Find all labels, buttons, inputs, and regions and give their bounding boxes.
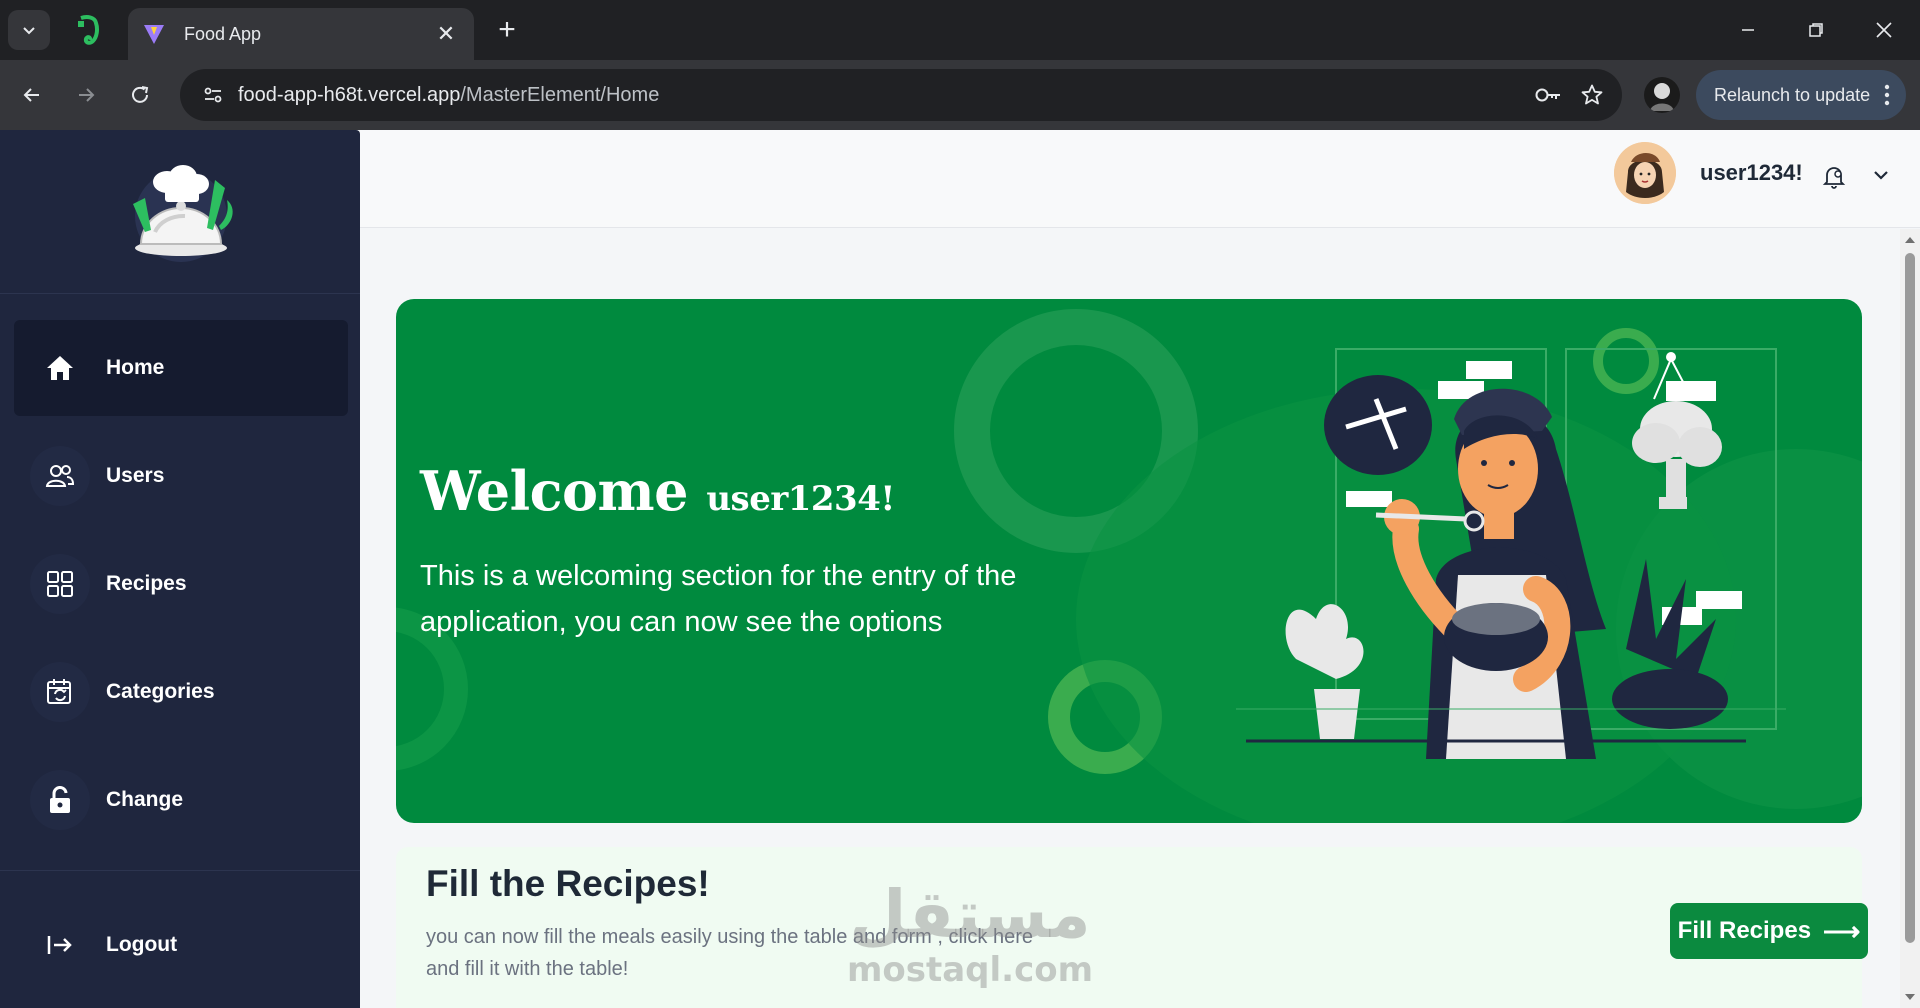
sidebar-divider bbox=[0, 870, 360, 871]
fill-recipes-title: Fill the Recipes! bbox=[426, 863, 710, 904]
unlock-icon bbox=[30, 770, 90, 830]
browser-tab-bar: Food App ✕ + bbox=[0, 0, 1920, 60]
sidebar-item-recipes[interactable]: Recipes bbox=[14, 536, 348, 632]
chevron-down-icon bbox=[23, 27, 35, 35]
avatar[interactable] bbox=[1614, 142, 1676, 204]
address-bar[interactable]: food-app-h68t.vercel.app/MasterElement/H… bbox=[180, 69, 1622, 121]
sidebar-item-label: Categories bbox=[106, 680, 215, 703]
user-menu-chevron-icon[interactable] bbox=[1872, 168, 1890, 187]
relaunch-to-update-button[interactable]: Relaunch to update bbox=[1696, 70, 1906, 120]
url-path: /MasterElement/Home bbox=[460, 83, 660, 106]
fill-recipes-card: Fill the Recipes! you can now fill the m… bbox=[396, 847, 1868, 1008]
sidebar-item-label: Recipes bbox=[106, 572, 187, 595]
notification-bell-icon[interactable] bbox=[1822, 164, 1846, 195]
users-icon bbox=[30, 446, 90, 506]
watermark-arabic: مستقل bbox=[849, 876, 1091, 953]
welcome-word: Welcome bbox=[420, 459, 689, 523]
vite-favicon-icon bbox=[144, 25, 164, 44]
restore-button[interactable] bbox=[1786, 10, 1846, 50]
home-icon bbox=[30, 338, 90, 398]
close-window-button[interactable] bbox=[1854, 10, 1914, 50]
top-navbar: user1234! bbox=[360, 130, 1920, 228]
main-content: Welcome user1234! This is a welcoming se… bbox=[360, 229, 1900, 1008]
sidebar-item-home[interactable]: Home bbox=[14, 320, 348, 416]
welcome-banner: Welcome user1234! This is a welcoming se… bbox=[396, 299, 1862, 823]
calendar-icon bbox=[30, 662, 90, 722]
url-host: food-app-h68t.vercel.app bbox=[238, 83, 461, 106]
forward-button[interactable] bbox=[66, 75, 106, 115]
watermark-latin: mostaql.com bbox=[846, 950, 1094, 990]
chef-cloche-logo-icon bbox=[133, 164, 233, 262]
close-icon bbox=[1876, 22, 1892, 38]
welcome-heading: Welcome user1234! bbox=[420, 459, 895, 523]
minimize-button[interactable] bbox=[1718, 10, 1778, 50]
url-text: food-app-h68t.vercel.app/MasterElement/H… bbox=[238, 84, 1526, 107]
browser-toolbar: food-app-h68t.vercel.app/MasterElement/H… bbox=[0, 60, 1920, 130]
logout-icon bbox=[30, 915, 90, 975]
sidebar: Home Users Recipes Categories Change Log… bbox=[0, 130, 360, 1008]
tab-title: Food App bbox=[184, 23, 262, 44]
restore-icon bbox=[1809, 23, 1823, 37]
arrow-left-icon bbox=[23, 88, 39, 102]
welcome-username: user1234! bbox=[706, 479, 895, 519]
arrow-right-icon: ⟶ bbox=[1823, 915, 1861, 946]
tab-close-icon[interactable]: ✕ bbox=[432, 21, 460, 47]
reload-icon bbox=[132, 86, 149, 103]
site-info-icon[interactable] bbox=[188, 69, 238, 121]
scrollbar-thumb[interactable] bbox=[1905, 253, 1915, 943]
sidebar-item-users[interactable]: Users bbox=[14, 428, 348, 524]
sidebar-item-label: Home bbox=[106, 356, 165, 379]
browser-profile-avatar[interactable] bbox=[1644, 77, 1680, 113]
page-scrollbar[interactable] bbox=[1900, 229, 1920, 1008]
logout-label: Logout bbox=[106, 933, 178, 956]
reload-button[interactable] bbox=[120, 75, 160, 115]
sidebar-item-label: Users bbox=[106, 464, 165, 487]
app-logo bbox=[0, 130, 360, 294]
header-username: user1234! bbox=[1700, 160, 1803, 185]
evernote-extension-icon[interactable] bbox=[70, 12, 106, 48]
scroll-down-arrow-icon[interactable] bbox=[1900, 990, 1920, 1004]
arrow-right-icon bbox=[79, 88, 95, 102]
tab-search-button[interactable] bbox=[8, 10, 50, 50]
sidebar-item-logout[interactable]: Logout bbox=[14, 897, 348, 993]
browser-tab-active[interactable]: Food App ✕ bbox=[128, 8, 474, 60]
watermark: مستقل mostaql.com bbox=[840, 876, 1100, 990]
new-tab-button[interactable]: + bbox=[490, 14, 524, 48]
sidebar-item-categories[interactable]: Categories bbox=[14, 644, 348, 740]
sidebar-item-label: Change bbox=[106, 788, 184, 811]
password-key-icon[interactable] bbox=[1526, 73, 1570, 117]
fill-recipes-button[interactable]: Fill Recipes ⟶ bbox=[1670, 903, 1868, 959]
fill-recipes-button-label: Fill Recipes bbox=[1677, 917, 1812, 944]
grid-icon bbox=[30, 554, 90, 614]
bookmark-star-icon[interactable] bbox=[1570, 73, 1614, 117]
scroll-up-arrow-icon[interactable] bbox=[1900, 233, 1920, 247]
relaunch-label: Relaunch to update bbox=[1714, 84, 1871, 105]
minimize-icon bbox=[1742, 29, 1754, 31]
chef-woman-illustration bbox=[1236, 348, 1786, 759]
welcome-description: This is a welcoming section for the entr… bbox=[420, 560, 1017, 638]
sidebar-item-change[interactable]: Change bbox=[14, 752, 348, 848]
back-button[interactable] bbox=[12, 75, 52, 115]
more-vert-icon bbox=[1884, 84, 1890, 106]
